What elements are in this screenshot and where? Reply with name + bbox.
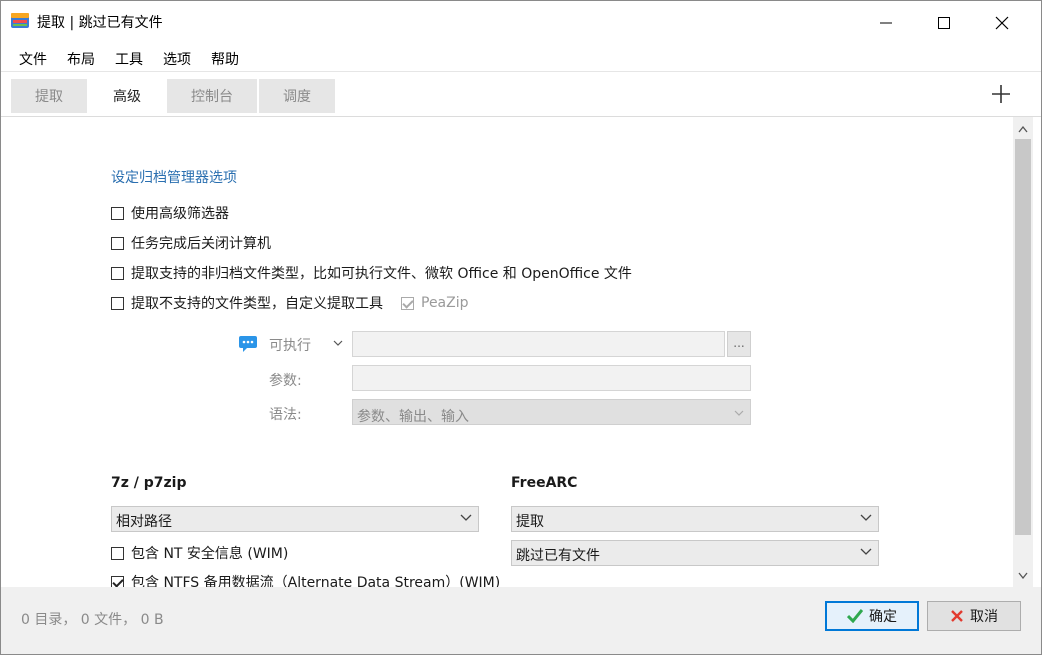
chevron-down-icon bbox=[1018, 572, 1028, 579]
tab-schedule[interactable]: 调度 bbox=[259, 79, 335, 113]
ntfs-ads-option[interactable]: 包含 NTFS 备用数据流（Alternate Data Stream）(WIM… bbox=[111, 572, 500, 587]
chevron-down-icon bbox=[460, 514, 472, 521]
syntax-value: 参数、输出、输入 bbox=[357, 409, 469, 425]
maximize-button[interactable] bbox=[915, 1, 973, 45]
vertical-scrollbar[interactable] bbox=[1013, 117, 1033, 587]
ok-label: 确定 bbox=[869, 609, 897, 625]
chevron-down-icon bbox=[734, 410, 744, 416]
freearc-heading: FreeARC bbox=[511, 475, 578, 491]
advanced-filter-option[interactable]: 使用高级筛选器 bbox=[111, 203, 229, 223]
freearc-action-value: 提取 bbox=[516, 514, 544, 530]
freearc-action-select[interactable]: 提取 bbox=[511, 506, 879, 532]
nt-security-label: 包含 NT 安全信息 (WIM) bbox=[131, 546, 289, 562]
shutdown-option[interactable]: 任务完成后关闭计算机 bbox=[111, 233, 271, 253]
executable-input[interactable] bbox=[352, 331, 725, 357]
nt-security-checkbox[interactable] bbox=[111, 546, 124, 560]
scroll-up-button[interactable] bbox=[1013, 119, 1033, 139]
advanced-panel: 设定归档管理器选项 使用高级筛选器 任务完成后关闭计算机 提取支持的非归档文件类… bbox=[1, 117, 1013, 587]
menu-file[interactable]: 文件 bbox=[19, 49, 47, 69]
peazip-app-icon bbox=[11, 13, 29, 28]
tab-bar: 提取 高级 控制台 调度 bbox=[1, 72, 1041, 117]
ntfs-ads-checkbox[interactable] bbox=[111, 575, 124, 587]
app-window: 提取 | 跳过已有文件 文件 布局 工具 选项 帮助 提取 高级 控制台 调度 … bbox=[0, 0, 1042, 655]
cancel-button[interactable]: 取消 bbox=[927, 601, 1021, 631]
title-bar: 提取 | 跳过已有文件 bbox=[1, 1, 1041, 45]
menu-options[interactable]: 选项 bbox=[163, 49, 191, 69]
freearc-overwrite-value: 跳过已有文件 bbox=[516, 548, 600, 564]
minimize-icon bbox=[880, 22, 892, 24]
extract-non-archive-option[interactable]: 提取支持的非归档文件类型，比如可执行文件、微软 Office 和 OpenOff… bbox=[111, 263, 632, 283]
chevron-down-icon bbox=[860, 514, 872, 521]
menu-bar: 文件 布局 工具 选项 帮助 bbox=[1, 45, 1041, 72]
peazip-checkbox[interactable] bbox=[401, 296, 414, 310]
cross-icon bbox=[951, 610, 963, 622]
params-label: 参数: bbox=[269, 373, 302, 389]
ok-button[interactable]: 确定 bbox=[825, 601, 919, 631]
shutdown-label: 任务完成后关闭计算机 bbox=[131, 236, 271, 252]
sevenzip-path-mode-value: 相对路径 bbox=[116, 514, 172, 530]
ntfs-ads-label: 包含 NTFS 备用数据流（Alternate Data Stream）(WIM… bbox=[131, 575, 501, 587]
browse-executable-button[interactable]: ... bbox=[727, 331, 751, 357]
add-tab-icon[interactable] bbox=[989, 82, 1013, 106]
menu-tools[interactable]: 工具 bbox=[115, 49, 143, 69]
peazip-label: PeaZip bbox=[421, 295, 469, 311]
chevron-down-icon bbox=[860, 548, 872, 555]
chat-bubble-icon bbox=[239, 336, 257, 352]
syntax-select[interactable]: 参数、输出、输入 bbox=[352, 399, 751, 425]
tab-advanced[interactable]: 高级 bbox=[89, 79, 165, 113]
sevenzip-path-mode-select[interactable]: 相对路径 bbox=[111, 506, 479, 532]
maximize-icon bbox=[938, 17, 950, 29]
freearc-overwrite-select[interactable]: 跳过已有文件 bbox=[511, 540, 879, 566]
executable-dropdown-chevron-icon[interactable] bbox=[333, 339, 343, 347]
chevron-up-icon bbox=[1018, 125, 1028, 132]
advanced-filter-checkbox[interactable] bbox=[111, 206, 124, 220]
extract-non-archive-checkbox[interactable] bbox=[111, 266, 124, 280]
tab-console[interactable]: 控制台 bbox=[167, 79, 257, 113]
scroll-thumb[interactable] bbox=[1015, 139, 1031, 535]
syntax-label: 语法: bbox=[269, 407, 302, 423]
archive-manager-options-link[interactable]: 设定归档管理器选项 bbox=[111, 167, 237, 187]
status-summary: 0 目录， 0 文件， 0 B bbox=[21, 612, 164, 628]
executable-label: 可执行 bbox=[269, 338, 311, 354]
params-input[interactable] bbox=[352, 365, 751, 391]
menu-layout[interactable]: 布局 bbox=[67, 49, 95, 69]
nt-security-option[interactable]: 包含 NT 安全信息 (WIM) bbox=[111, 543, 288, 563]
menu-help[interactable]: 帮助 bbox=[211, 49, 239, 69]
shutdown-checkbox[interactable] bbox=[111, 236, 124, 250]
tab-extract[interactable]: 提取 bbox=[11, 79, 87, 113]
close-icon bbox=[995, 16, 1009, 30]
extract-non-archive-label: 提取支持的非归档文件类型，比如可执行文件、微软 Office 和 OpenOff… bbox=[131, 266, 632, 282]
custom-extract-checkbox[interactable] bbox=[111, 296, 124, 310]
checkmark-icon bbox=[847, 609, 863, 623]
close-button[interactable] bbox=[973, 1, 1031, 45]
window-title: 提取 | 跳过已有文件 bbox=[37, 15, 163, 31]
sevenzip-heading: 7z / p7zip bbox=[111, 475, 187, 491]
scroll-down-button[interactable] bbox=[1013, 565, 1033, 585]
custom-extract-option[interactable]: 提取不支持的文件类型，自定义提取工具 PeaZip bbox=[111, 293, 469, 313]
custom-extract-label: 提取不支持的文件类型，自定义提取工具 bbox=[131, 296, 383, 312]
minimize-button[interactable] bbox=[857, 1, 915, 45]
cancel-label: 取消 bbox=[970, 609, 998, 625]
footer-bar: 0 目录， 0 文件， 0 B 确定 取消 bbox=[1, 587, 1041, 654]
advanced-filter-label: 使用高级筛选器 bbox=[131, 206, 229, 222]
